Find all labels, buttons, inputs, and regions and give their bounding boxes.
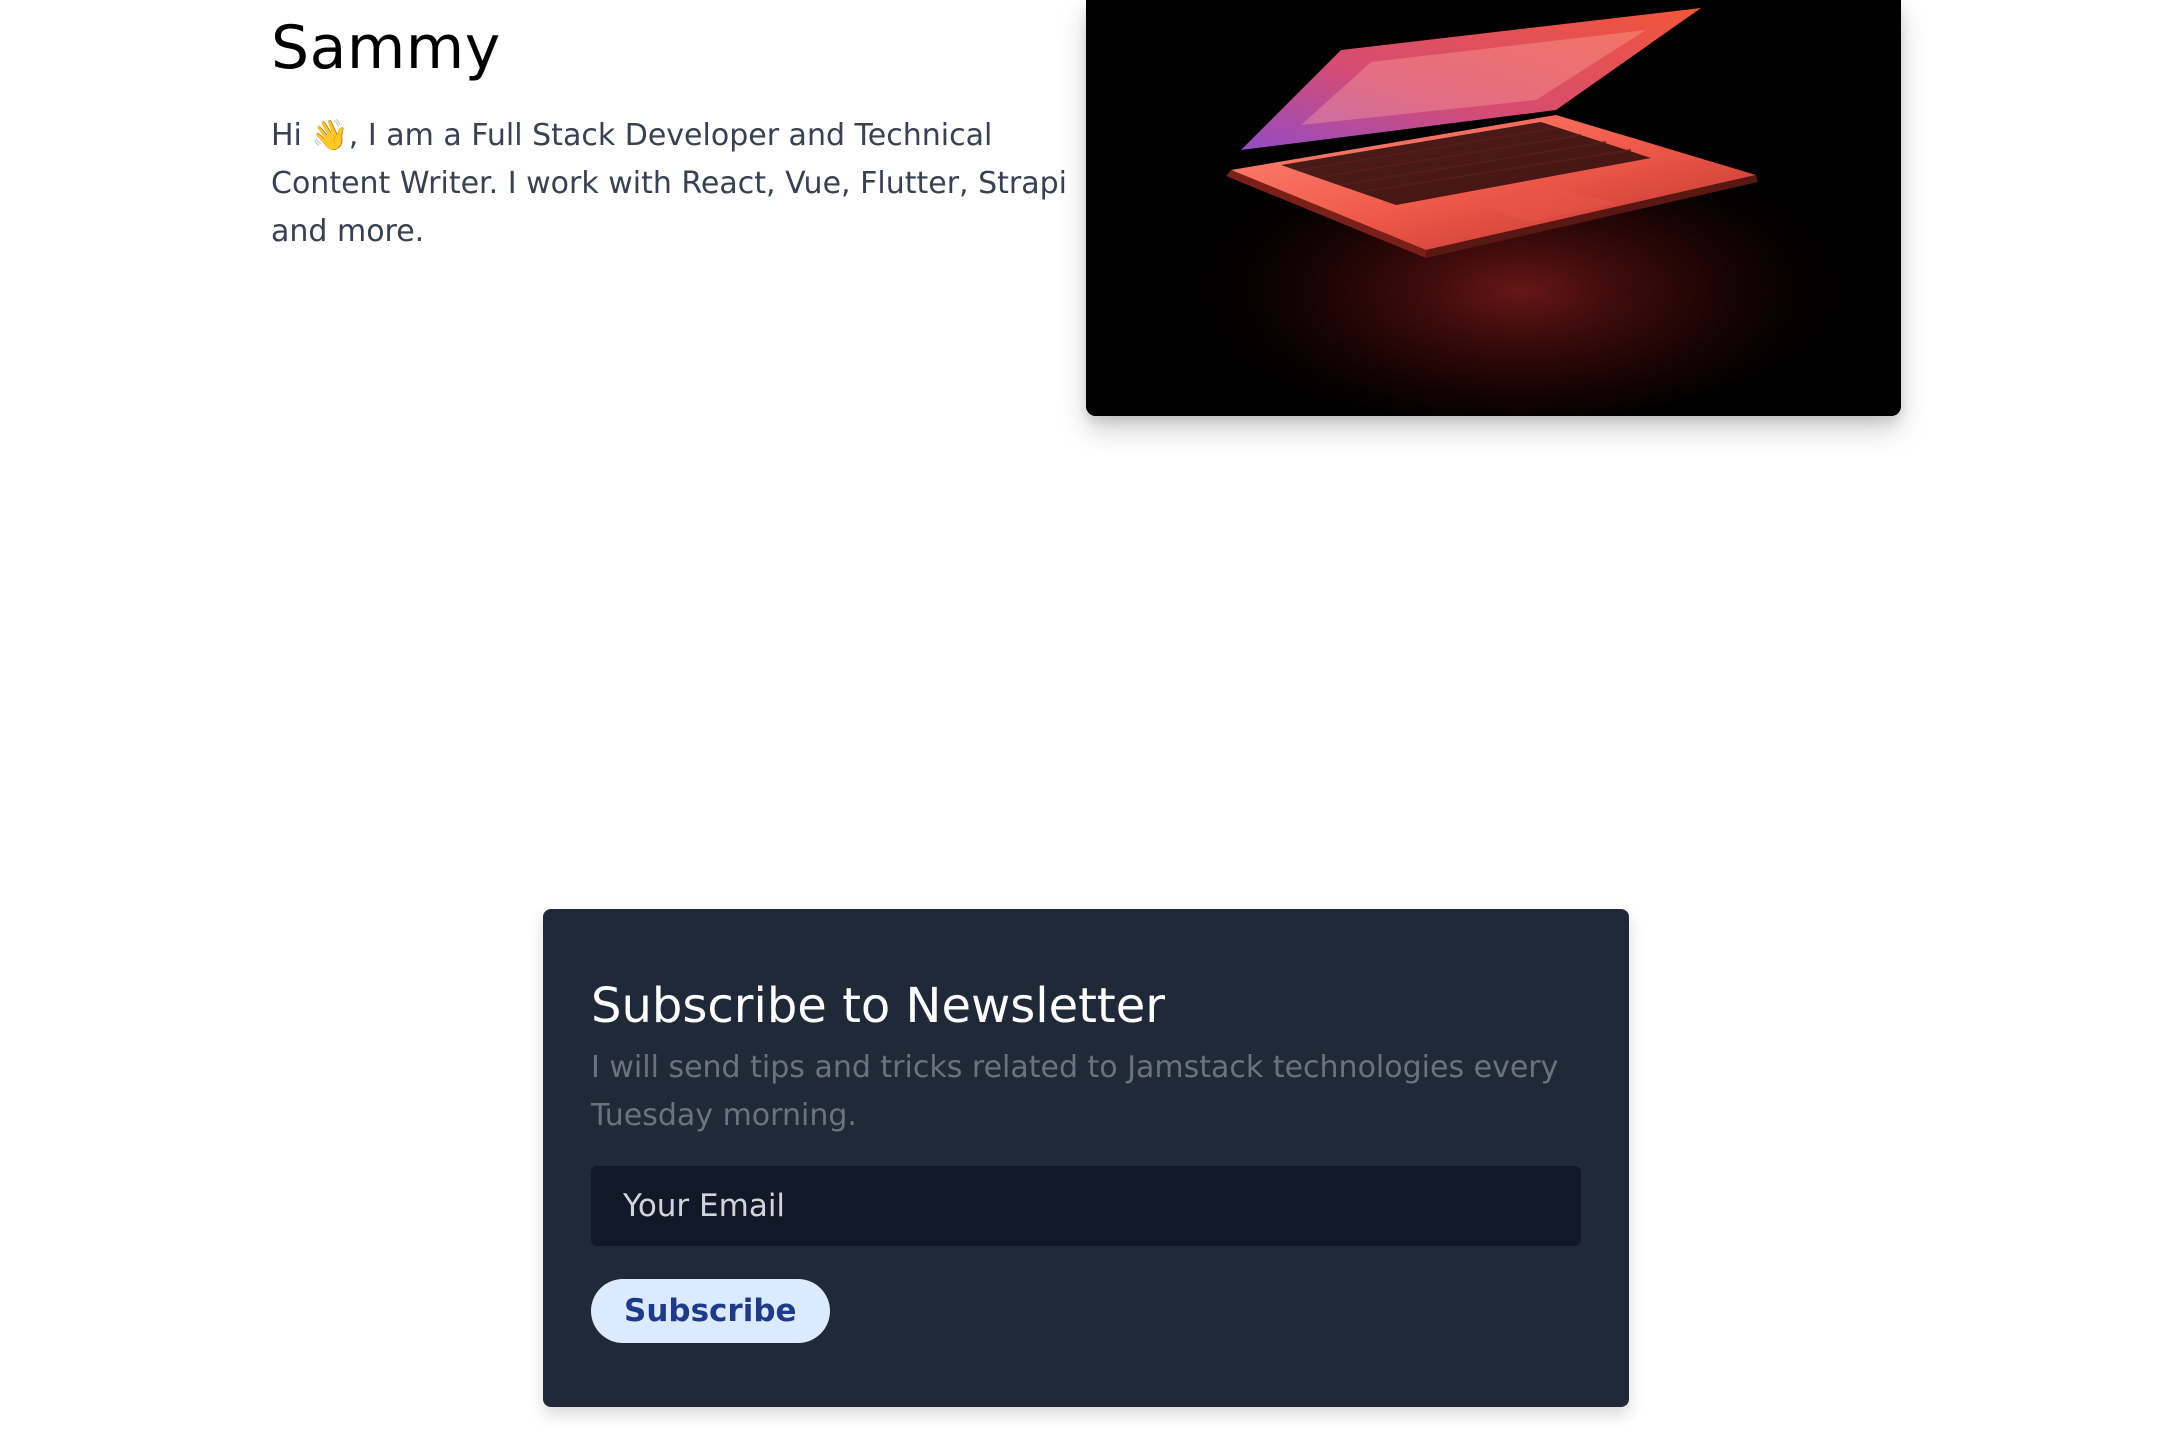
subscribe-button[interactable]: Subscribe [591,1279,830,1343]
laptop-image [1086,0,1901,416]
newsletter-card: Subscribe to Newsletter I will send tips… [543,909,1629,1407]
laptop-illustration [1086,0,1901,416]
newsletter-description: I will send tips and tricks related to J… [591,1050,1559,1133]
page: Sammy Hi 👋, I am a Full Stack Developer … [0,0,2160,1440]
email-input[interactable] [591,1166,1581,1246]
profile-bio: Hi 👋, I am a Full Stack Developer and Te… [271,118,1067,249]
newsletter-title: Subscribe to Newsletter [591,978,1166,1034]
profile-name: Sammy [271,13,501,83]
